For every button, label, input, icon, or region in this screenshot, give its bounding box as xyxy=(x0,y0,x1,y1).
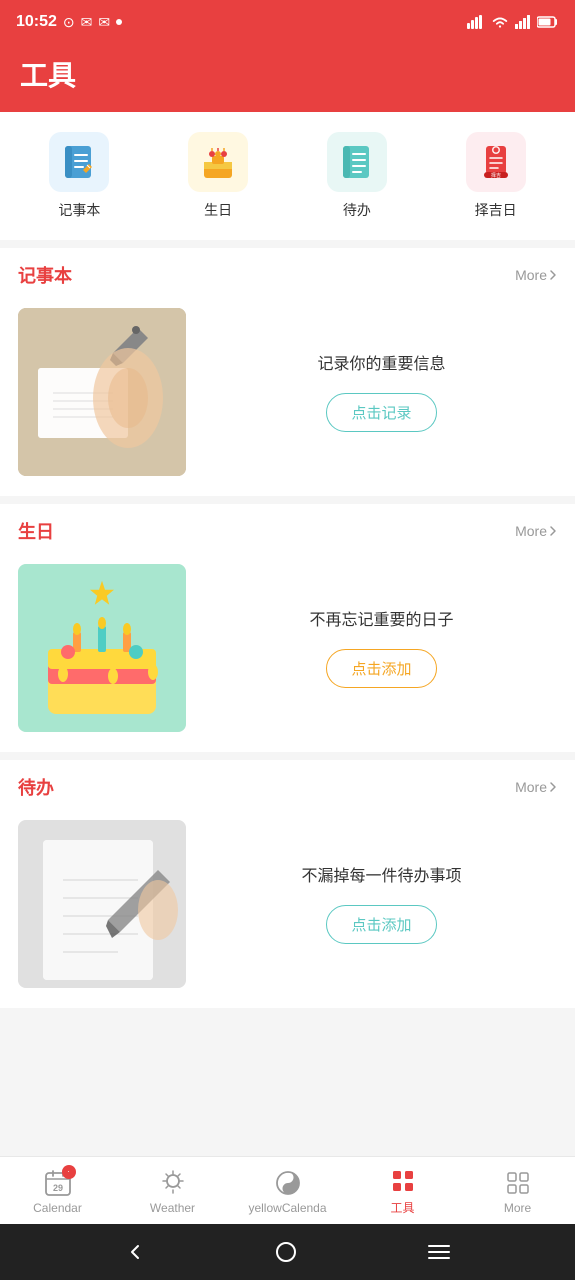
birthday-section-title: 生日 xyxy=(18,518,54,544)
birthday-section: 生日 More xyxy=(0,504,575,752)
nav-yellowcalenda[interactable]: yellowCalenda xyxy=(230,1169,345,1215)
wifi-icon xyxy=(491,15,509,29)
quick-icon-auspicious-label: 择吉日 xyxy=(475,200,517,220)
birthday-section-content: 不再忘记重要的日子 点击添加 xyxy=(0,554,575,752)
battery-icon xyxy=(537,16,559,28)
home-bar xyxy=(0,1224,575,1280)
bottom-navigation: 29 · Calendar Weather yellowCalenda xyxy=(0,1156,575,1224)
menu-button[interactable] xyxy=(428,1244,450,1260)
home-icon xyxy=(275,1241,297,1263)
quick-icon-notebook-label: 记事本 xyxy=(58,200,100,220)
notebook-section-title: 记事本 xyxy=(18,262,72,288)
birthday-desc: 不再忘记重要的日子 xyxy=(309,609,453,633)
birthday-more-button[interactable]: More xyxy=(515,523,557,539)
quick-icon-todo-label: 待办 xyxy=(343,200,371,220)
todo-icon xyxy=(337,142,377,182)
quick-icon-birthday-label: 生日 xyxy=(204,200,232,220)
todo-section: 待办 More xyxy=(0,760,575,1008)
notebook-section: 记事本 More xyxy=(0,248,575,496)
nav-tools-label: 工具 xyxy=(390,1199,414,1216)
status-icon-1: ⊙ xyxy=(63,14,75,31)
calendar-icon-wrapper: 29 · xyxy=(44,1169,72,1197)
birthday-icon xyxy=(198,142,238,182)
todo-illustration xyxy=(18,820,186,988)
notebook-icon xyxy=(59,142,99,182)
quick-icon-todo[interactable]: 待办 xyxy=(327,132,387,220)
todo-section-title: 待办 xyxy=(18,774,54,800)
page-header: 工具 xyxy=(0,44,575,112)
birthday-image xyxy=(18,564,186,732)
todo-action-button[interactable]: 点击添加 xyxy=(326,905,436,944)
bars-icon xyxy=(515,15,531,29)
notebook-info: 记录你的重要信息 点击记录 xyxy=(206,353,557,432)
home-button[interactable] xyxy=(275,1241,297,1263)
quick-icon-auspicious[interactable]: 择吉 择吉日 xyxy=(466,132,526,220)
nav-weather[interactable]: Weather xyxy=(115,1169,230,1215)
back-button[interactable] xyxy=(125,1242,145,1262)
birthday-section-header: 生日 More xyxy=(0,504,575,554)
todo-image xyxy=(18,820,186,988)
nav-weather-label: Weather xyxy=(150,1201,195,1215)
nav-more[interactable]: More xyxy=(460,1169,575,1215)
yin-yang-icon xyxy=(274,1169,302,1197)
notebook-more-button[interactable]: More xyxy=(515,267,557,283)
tools-icon xyxy=(389,1167,417,1195)
notebook-section-content: 记录你的重要信息 点击记录 xyxy=(0,298,575,496)
status-dot xyxy=(116,19,122,25)
birthday-action-button[interactable]: 点击添加 xyxy=(326,649,436,688)
auspicious-icon: 择吉 xyxy=(476,142,516,182)
svg-text:择吉: 择吉 xyxy=(491,172,501,179)
notebook-desc: 记录你的重要信息 xyxy=(317,353,445,377)
weather-icon xyxy=(159,1169,187,1197)
todo-section-header: 待办 More xyxy=(0,760,575,810)
status-icon-mail2: ✉ xyxy=(98,14,110,31)
quick-icons-container: 记事本 生日 xyxy=(0,112,575,240)
todo-info: 不漏掉每一件待办事项 点击添加 xyxy=(206,865,557,944)
chevron-right-icon xyxy=(549,269,557,281)
birthday-illustration xyxy=(18,564,186,732)
quick-icon-birthday[interactable]: 生日 xyxy=(188,132,248,220)
nav-calendar-label: Calendar xyxy=(33,1201,82,1215)
todo-desc: 不漏掉每一件待办事项 xyxy=(301,865,461,889)
notebook-section-header: 记事本 More xyxy=(0,248,575,298)
nav-yellowcalenda-label: yellowCalenda xyxy=(248,1201,326,1215)
signal-icon xyxy=(467,15,485,29)
status-right-icons xyxy=(467,15,559,29)
status-bar: 10:52 ⊙ ✉ ✉ xyxy=(0,0,575,44)
chevron-right-icon-3 xyxy=(549,781,557,793)
nav-more-label: More xyxy=(504,1201,531,1215)
hamburger-icon xyxy=(428,1244,450,1260)
todo-more-button[interactable]: More xyxy=(515,779,557,795)
birthday-info: 不再忘记重要的日子 点击添加 xyxy=(206,609,557,688)
more-icon xyxy=(504,1169,532,1197)
calendar-badge: · xyxy=(62,1165,76,1179)
nav-tools[interactable]: 工具 xyxy=(345,1167,460,1216)
status-icon-mail1: ✉ xyxy=(81,14,93,31)
todo-section-content: 不漏掉每一件待办事项 点击添加 xyxy=(0,810,575,1008)
notebook-image xyxy=(18,308,186,476)
status-time: 10:52 xyxy=(16,13,57,31)
page-title: 工具 xyxy=(20,54,555,94)
notebook-action-button[interactable]: 点击记录 xyxy=(326,393,436,432)
quick-icon-notebook[interactable]: 记事本 xyxy=(49,132,109,220)
notebook-illustration xyxy=(18,308,186,476)
chevron-right-icon-2 xyxy=(549,525,557,537)
svg-text:29: 29 xyxy=(52,1183,62,1193)
nav-calendar[interactable]: 29 · Calendar xyxy=(0,1169,115,1215)
back-icon xyxy=(125,1242,145,1262)
